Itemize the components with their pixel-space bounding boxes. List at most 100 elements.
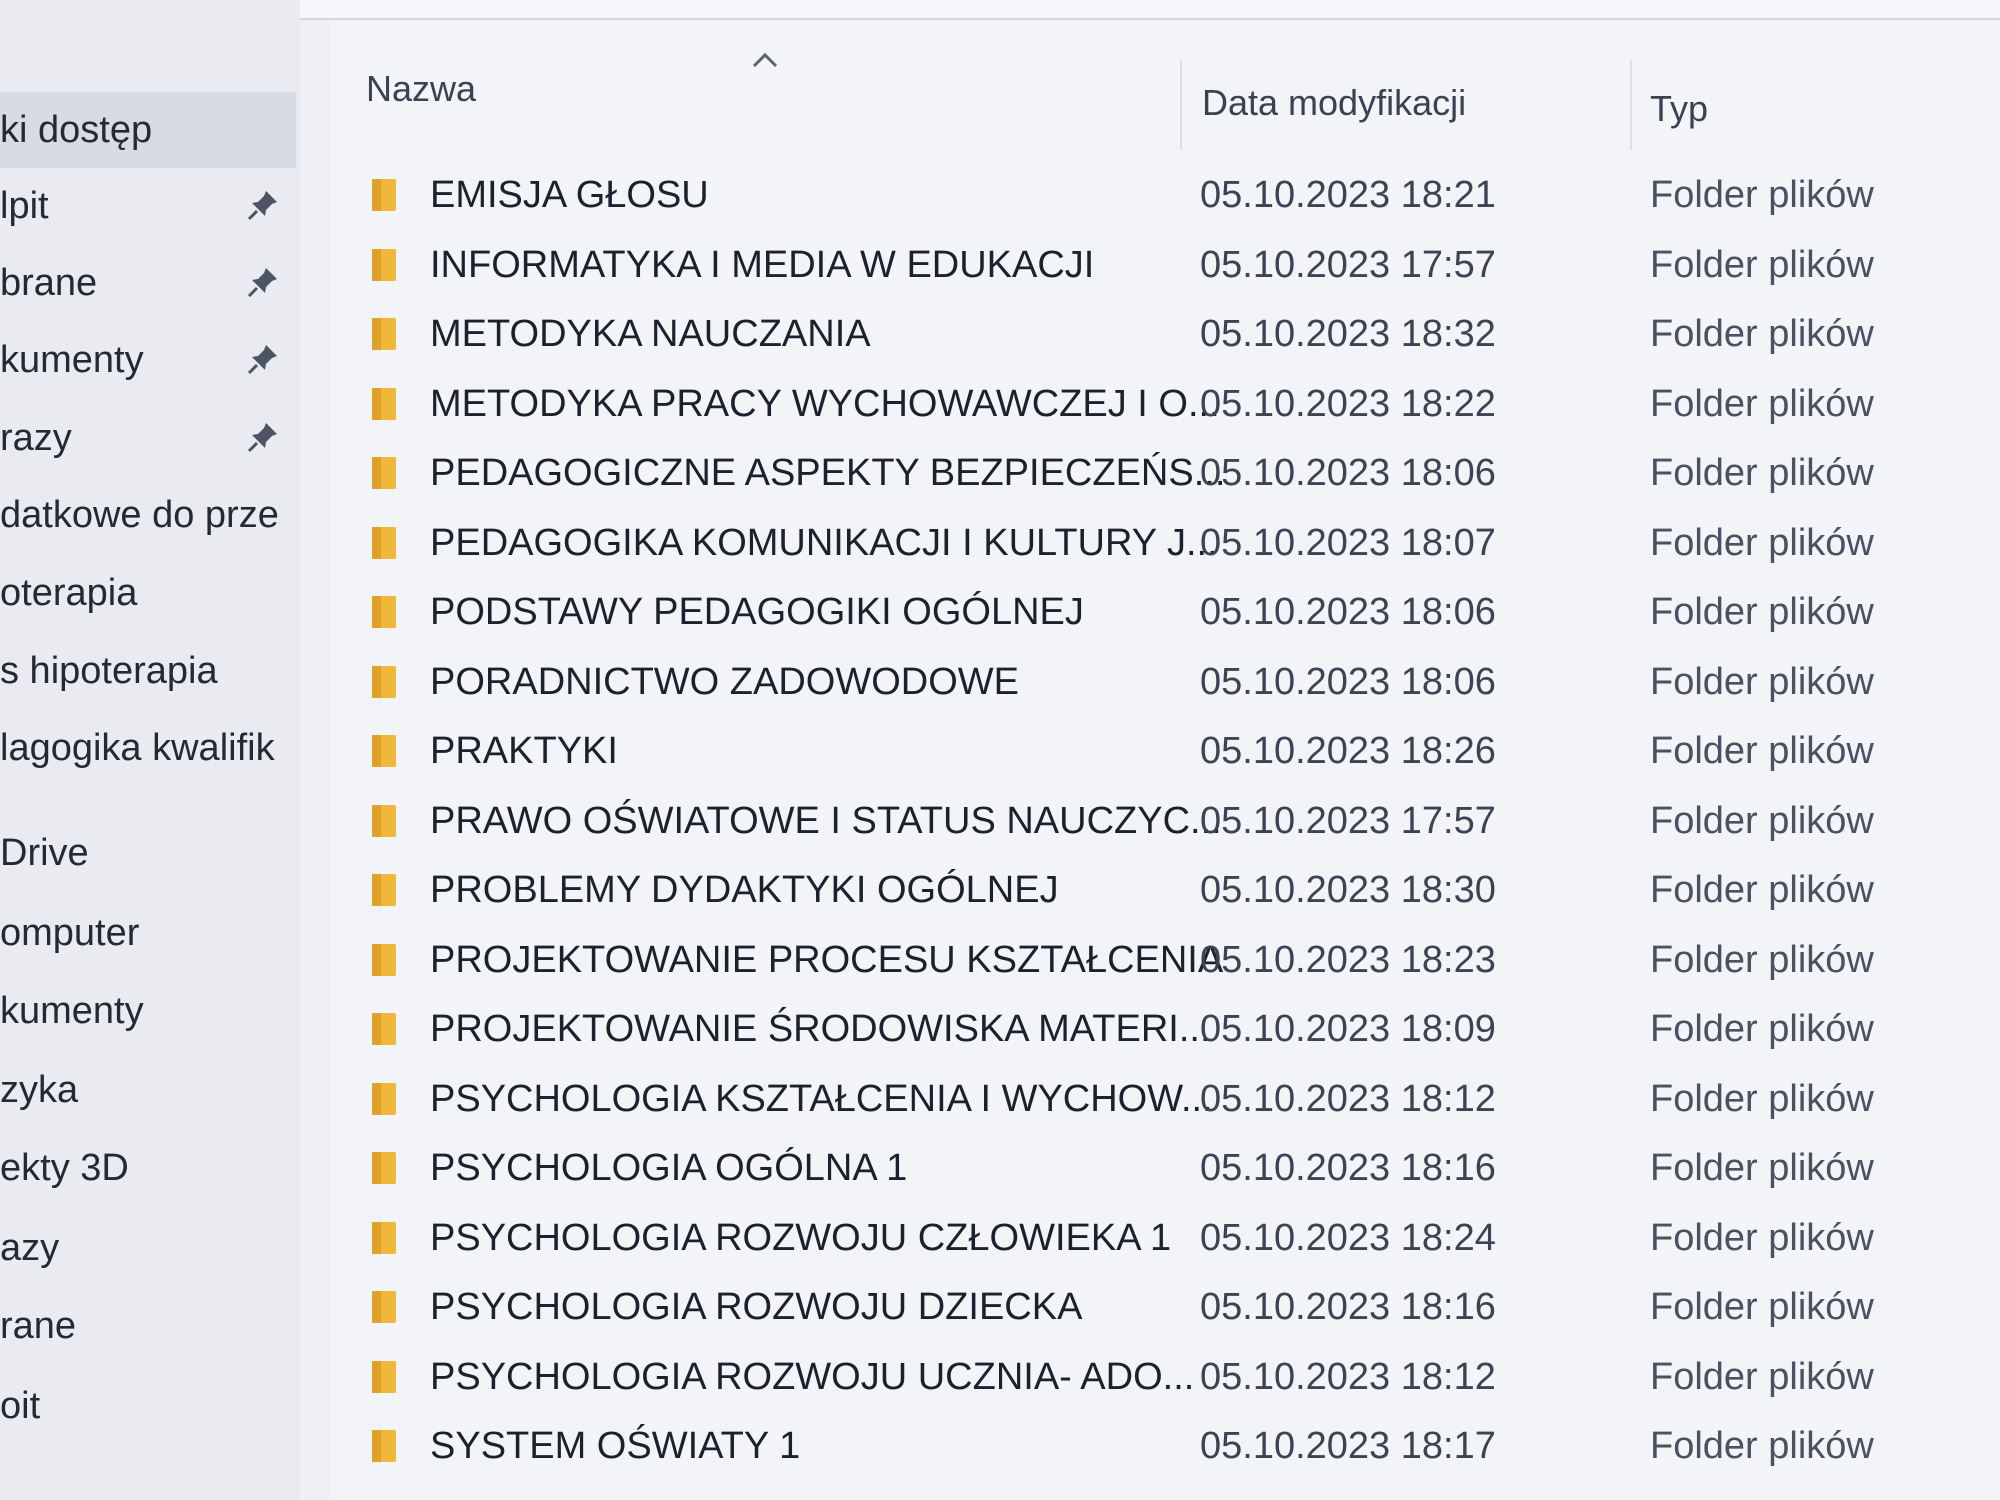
sidebar-item-label: razy — [0, 417, 72, 459]
sidebar-item-label: kumenty — [0, 339, 144, 381]
file-name: PSYCHOLOGIA ROZWOJU DZIECKA — [430, 1286, 1083, 1328]
file-date-modified: 05.10.2023 18:22 — [1200, 383, 1496, 425]
sidebar-item[interactable]: azy — [0, 1210, 296, 1286]
file-row[interactable]: PSYCHOLOGIA OGÓLNA 1 05.10.2023 18:16 Fold… — [330, 1138, 2000, 1206]
sidebar-item[interactable]: Drive — [0, 815, 296, 891]
file-row[interactable]: PSYCHOLOGIA KSZTAŁCENIA I WYCHOW... 05.10… — [330, 1069, 2000, 1137]
sidebar-item[interactable]: omputer — [0, 895, 296, 971]
sidebar-item[interactable]: lpit — [0, 168, 296, 244]
file-type: Folder plików — [1650, 313, 1874, 355]
file-row[interactable]: PRAWO OŚWIATOWE I STATUS NAUCZYC... 05.10… — [330, 791, 2000, 859]
file-name: INFORMATYKA I MEDIA W EDUKACJI — [430, 244, 1095, 286]
file-date-modified: 05.10.2023 18:09 — [1200, 1008, 1496, 1050]
pin-icon[interactable] — [246, 342, 280, 376]
folder-icon — [372, 388, 396, 420]
file-row[interactable]: PEDAGOGICZNE ASPEKTY BEZPIECZEŃS... 05.10… — [330, 443, 2000, 511]
sort-ascending-icon — [752, 52, 778, 68]
file-name: PSYCHOLOGIA OGÓLNA 1 — [430, 1147, 908, 1189]
file-name: SYSTEM OŚWIATY 1 — [430, 1425, 801, 1467]
file-date-modified: 05.10.2023 18:06 — [1200, 452, 1496, 494]
folder-icon — [372, 1430, 396, 1462]
navigation-pane[interactable]: ki dostęp lpit brane kumenty razy datkowe do … — [0, 0, 300, 1500]
folder-icon — [372, 666, 396, 698]
file-name: PSYCHOLOGIA KSZTAŁCENIA I WYCHOW... — [430, 1078, 1213, 1120]
column-divider[interactable] — [1630, 60, 1632, 150]
folder-icon — [372, 1152, 396, 1184]
column-header-type[interactable]: Typ — [1650, 88, 1708, 130]
folder-icon — [372, 1222, 396, 1254]
file-date-modified: 05.10.2023 18:32 — [1200, 313, 1496, 355]
sidebar-item[interactable]: oit — [0, 1368, 296, 1444]
sidebar-item[interactable]: zyka — [0, 1052, 296, 1128]
sidebar-item[interactable]: lagogika kwalifik — [0, 710, 296, 786]
file-type: Folder plików — [1650, 174, 1874, 216]
file-row[interactable]: PORADNICTWO ZADOWODOWE 05.10.2023 18:06 Fo… — [330, 652, 2000, 720]
sidebar-item[interactable]: kumenty — [0, 973, 296, 1049]
sidebar-item[interactable]: rane — [0, 1288, 296, 1364]
folder-icon — [372, 1291, 396, 1323]
folder-icon — [372, 457, 396, 489]
sidebar-item[interactable]: kumenty — [0, 322, 296, 398]
sidebar-item[interactable]: ki dostęp — [0, 92, 296, 168]
file-row[interactable]: SYSTEM OŚWIATY 1 05.10.2023 18:17 Folder p… — [330, 1416, 2000, 1484]
sidebar-item[interactable]: razy — [0, 400, 296, 476]
file-row[interactable]: METODYKA PRACY WYCHOWAWCZEJ I O... 05.10.… — [330, 374, 2000, 442]
sidebar-item[interactable]: brane — [0, 245, 296, 321]
file-name: PROBLEMY DYDAKTYKI OGÓLNEJ — [430, 869, 1059, 911]
file-row[interactable]: PEDAGOGIKA KOMUNIKACJI I KULTURY J... 05.… — [330, 513, 2000, 581]
column-header-name[interactable]: Nazwa — [366, 68, 476, 110]
folder-icon — [372, 805, 396, 837]
column-divider[interactable] — [1180, 60, 1182, 150]
file-name: PROJEKTOWANIE ŚRODOWISKA MATERI... — [430, 1008, 1211, 1050]
column-header-date[interactable]: Data modyfikacji — [1202, 82, 1466, 124]
sidebar-item-label: oit — [0, 1385, 41, 1427]
folder-icon — [372, 1013, 396, 1045]
sidebar-item[interactable]: ekty 3D — [0, 1130, 296, 1206]
file-row[interactable]: PODSTAWY PEDAGOGIKI OGÓLNEJ 05.10.2023 18… — [330, 582, 2000, 650]
pin-icon[interactable] — [246, 265, 280, 299]
file-row[interactable]: PRAKTYKI 05.10.2023 18:26 Folder plików — [330, 721, 2000, 789]
sidebar-item[interactable]: s hipoterapia — [0, 633, 296, 709]
pin-icon[interactable] — [246, 420, 280, 454]
file-date-modified: 05.10.2023 17:57 — [1200, 244, 1496, 286]
file-name: PORADNICTWO ZADOWODOWE — [430, 661, 1019, 703]
file-date-modified: 05.10.2023 18:16 — [1200, 1147, 1496, 1189]
folder-icon — [372, 1361, 396, 1393]
file-date-modified: 05.10.2023 18:24 — [1200, 1217, 1496, 1259]
sidebar-item-label: zyka — [0, 1069, 79, 1111]
file-date-modified: 05.10.2023 18:30 — [1200, 869, 1496, 911]
file-name: PEDAGOGIKA KOMUNIKACJI I KULTURY J... — [430, 522, 1218, 564]
file-row[interactable]: PSYCHOLOGIA ROZWOJU DZIECKA 05.10.2023 18… — [330, 1277, 2000, 1345]
file-date-modified: 05.10.2023 18:26 — [1200, 730, 1496, 772]
folder-icon — [372, 1083, 396, 1115]
file-row[interactable]: PSYCHOLOGIA ROZWOJU CZŁOWIEKA 1 05.10.202… — [330, 1208, 2000, 1276]
file-row[interactable]: INFORMATYKA I MEDIA W EDUKACJI 05.10.2023… — [330, 235, 2000, 303]
file-date-modified: 05.10.2023 18:21 — [1200, 174, 1496, 216]
file-row[interactable]: PROJEKTOWANIE ŚRODOWISKA MATERI... 05.10.… — [330, 999, 2000, 1067]
file-date-modified: 05.10.2023 18:23 — [1200, 939, 1496, 981]
sidebar-item-label: azy — [0, 1227, 60, 1269]
folder-icon — [372, 944, 396, 976]
file-type: Folder plików — [1650, 1008, 1874, 1050]
pin-icon[interactable] — [246, 188, 280, 222]
sidebar-item[interactable]: oterapia — [0, 555, 296, 631]
folder-icon — [372, 735, 396, 767]
file-type: Folder plików — [1650, 591, 1874, 633]
file-type: Folder plików — [1650, 869, 1874, 911]
sidebar-item-label: oterapia — [0, 572, 138, 614]
folder-icon — [372, 249, 396, 281]
sidebar-item-label: ki dostęp — [0, 109, 153, 151]
file-name: PEDAGOGICZNE ASPEKTY BEZPIECZEŃS... — [430, 452, 1226, 494]
file-type: Folder plików — [1650, 730, 1874, 772]
file-row[interactable]: EMISJA GŁOSU 05.10.2023 18:21 Folder plikó… — [330, 165, 2000, 233]
file-row[interactable]: PROJEKTOWANIE PROCESU KSZTAŁCENIA 05.10.2… — [330, 930, 2000, 998]
file-list[interactable]: Nazwa Data modyfikacji Typ EMISJA GŁOSU 0… — [330, 20, 2000, 1500]
file-row[interactable]: PSYCHOLOGIA ROZWOJU UCZNIA- ADO... 05.10.… — [330, 1347, 2000, 1415]
file-row[interactable]: METODYKA NAUCZANIA 05.10.2023 18:32 Folder… — [330, 304, 2000, 372]
file-row[interactable]: PROBLEMY DYDAKTYKI OGÓLNEJ 05.10.2023 18:… — [330, 860, 2000, 928]
file-name: EMISJA GŁOSU — [430, 174, 709, 216]
sidebar-item-label: lpit — [0, 185, 49, 227]
sidebar-item-label: datkowe do prze — [0, 494, 279, 536]
file-type: Folder plików — [1650, 1078, 1874, 1120]
sidebar-item[interactable]: datkowe do prze — [0, 477, 296, 553]
